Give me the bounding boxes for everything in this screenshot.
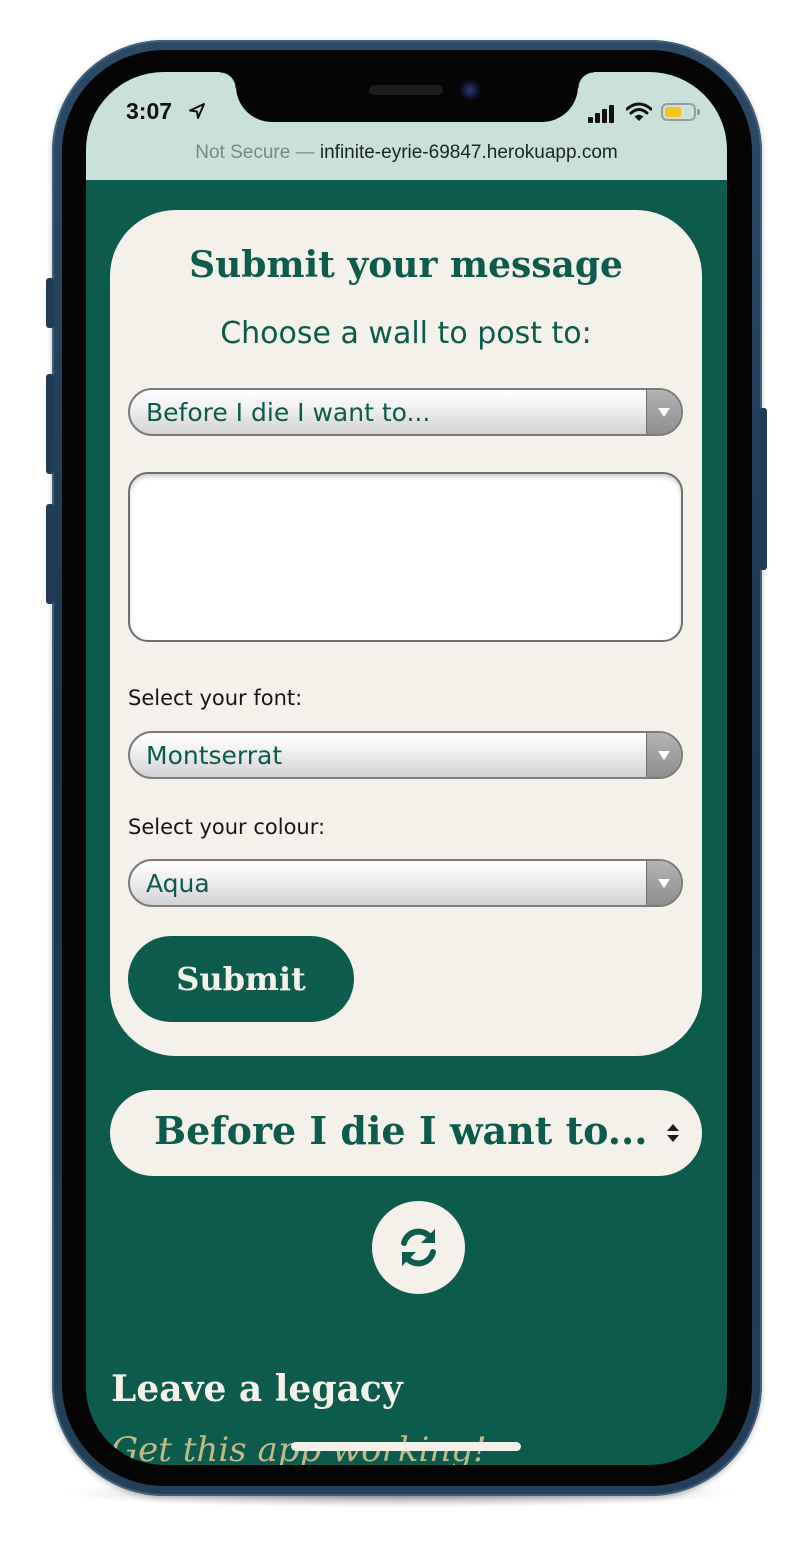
power-button [759, 408, 767, 570]
url-host: infinite-eyrie-69847.herokuapp.com [319, 142, 618, 163]
chevron-down-icon [646, 861, 681, 905]
font-select-value: Montserrat [146, 741, 283, 770]
wall-filter-value: Before I die I want to... [154, 1108, 648, 1153]
silent-switch [46, 278, 54, 328]
earpiece-speaker [369, 85, 443, 95]
colour-label: Select your colour: [128, 815, 326, 839]
submit-button[interactable]: Submit [128, 936, 354, 1022]
chevron-down-icon [646, 733, 681, 777]
wifi-icon [626, 102, 652, 121]
refresh-button[interactable] [372, 1201, 465, 1294]
battery-icon [661, 103, 700, 121]
wall-select[interactable]: Before I die I want to... [128, 388, 683, 436]
font-select[interactable]: Montserrat [128, 731, 683, 779]
location-arrow-icon [189, 103, 205, 119]
status-time: 3:07 [126, 98, 173, 124]
select-updown-icon [667, 1124, 679, 1142]
volume-up-button [46, 374, 54, 474]
address-bar[interactable]: Not Secure — infinite-eyrie-69847.heroku… [86, 142, 727, 164]
refresh-icon [401, 1228, 436, 1267]
wall-select-value: Before I die I want to... [146, 398, 431, 427]
security-label: Not Secure — [195, 142, 315, 163]
message-textarea[interactable] [128, 472, 683, 642]
font-label: Select your font: [128, 686, 303, 710]
form-title: Submit your message [189, 244, 623, 286]
phone-screen: 3:07 Not Secure — infinite-eyrie-69847.h… [86, 72, 727, 1465]
wall-prompt: Choose a wall to post to: [220, 316, 592, 351]
wall-filter-select[interactable]: Before I die I want to... [110, 1090, 702, 1176]
legacy-heading: Leave a legacy [111, 1368, 403, 1410]
colour-select[interactable]: Aqua [128, 859, 683, 907]
colour-select-value: Aqua [146, 869, 210, 898]
volume-down-button [46, 504, 54, 604]
front-camera [460, 80, 480, 100]
home-indicator[interactable] [291, 1442, 521, 1451]
status-and-address-bar: 3:07 Not Secure — infinite-eyrie-69847.h… [86, 72, 727, 180]
submit-message-card: Submit your message Choose a wall to pos… [110, 210, 702, 1056]
chevron-down-icon [646, 390, 681, 434]
cellular-signal-icon [588, 105, 618, 123]
camera-notch [220, 72, 594, 122]
